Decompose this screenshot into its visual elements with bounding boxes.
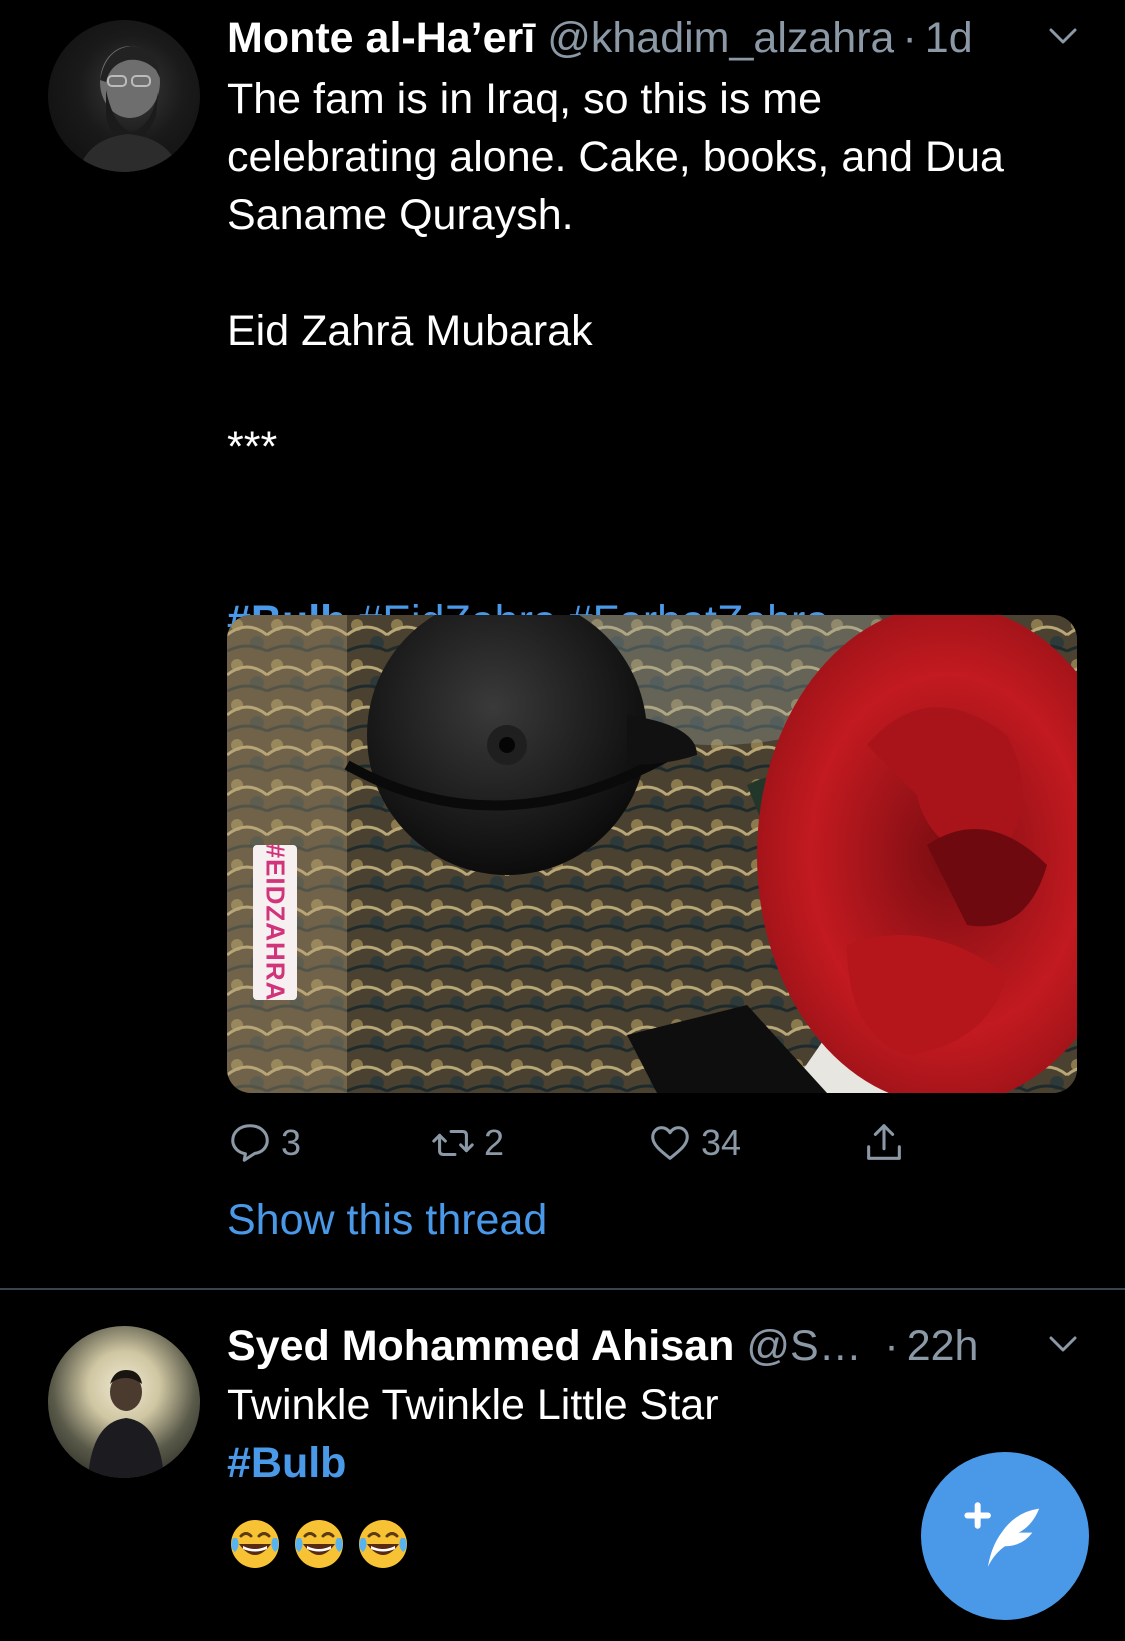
avatar[interactable]: [48, 20, 200, 172]
user-handle[interactable]: @khadim_alzahra: [547, 14, 894, 63]
sticker-text: #EIDZAHRA: [260, 843, 291, 1002]
media-sticker: #EIDZAHRA: [253, 843, 297, 1002]
display-name[interactable]: Syed Mohammed Ahisan: [227, 1322, 734, 1371]
tweet-text-line: Eid Zahrā Mubarak: [227, 307, 593, 355]
user-handle[interactable]: @Sy…: [746, 1322, 876, 1371]
like-button[interactable]: 34: [647, 1118, 741, 1168]
tweet-text-line: ***: [227, 423, 278, 471]
display-name[interactable]: Monte al-Ha’erī: [227, 14, 535, 63]
avatar[interactable]: [48, 1326, 200, 1478]
retweet-icon: [432, 1129, 474, 1157]
separator-dot: ·: [884, 1321, 899, 1370]
avatar-photo: [78, 46, 180, 172]
hashtag-link[interactable]: #Bulb: [227, 1439, 346, 1487]
show-thread-link[interactable]: Show this thread: [227, 1196, 547, 1245]
tweet-text-line: celebrating alone. Cake, books, and Dua: [227, 133, 1004, 181]
compose-tweet-icon: [964, 1502, 1040, 1567]
retweet-button[interactable]: 2: [430, 1118, 504, 1168]
timestamp[interactable]: 1d: [925, 14, 973, 63]
timestamp[interactable]: 22h: [907, 1322, 979, 1371]
timeline-feed: Monte al-Ha’erī @khadim_alzahra · 1d The…: [0, 0, 1125, 1641]
face-with-tears-of-joy-icon: [295, 1520, 343, 1568]
reply-button[interactable]: 3: [227, 1118, 301, 1168]
reply-count: 3: [281, 1122, 302, 1163]
tweet-text: Twinkle Twinkle Little Star #Bulb: [227, 1376, 1065, 1492]
chevron-down-icon[interactable]: [1047, 1332, 1079, 1356]
tweet-text-line: Twinkle Twinkle Little Star: [227, 1381, 719, 1429]
emoji-row: [227, 1516, 411, 1572]
heart-icon: [651, 1126, 689, 1160]
tweet-media-photo[interactable]: #EIDZAHRA: [227, 615, 1077, 1093]
face-with-tears-of-joy-icon: [231, 1520, 279, 1568]
share-button[interactable]: [861, 1118, 907, 1168]
like-count: 34: [701, 1122, 742, 1163]
tweet-header: Syed Mohammed Ahisan @Sy… · 22h: [227, 1318, 1085, 1374]
share-icon: [867, 1124, 901, 1160]
tweet-text-line: Saname Quraysh.: [227, 191, 574, 239]
photo-content: [227, 615, 1077, 1093]
chevron-down-icon[interactable]: [1047, 24, 1079, 48]
compose-tweet-button[interactable]: [921, 1452, 1089, 1620]
tweet-actions: 3 2 34: [227, 1118, 987, 1168]
tweet[interactable]: Monte al-Ha’erī @khadim_alzahra · 1d The…: [0, 0, 1125, 1288]
avatar-photo: [88, 1370, 164, 1478]
face-with-tears-of-joy-icon: [359, 1520, 407, 1568]
tweet-text: The fam is in Iraq, so this is me celebr…: [227, 70, 1065, 650]
reply-icon: [231, 1124, 269, 1162]
separator-dot: ·: [902, 13, 917, 62]
tweet-header: Monte al-Ha’erī @khadim_alzahra · 1d: [227, 10, 1085, 66]
tweet-text-line: The fam is in Iraq, so this is me: [227, 75, 823, 123]
retweet-count: 2: [484, 1122, 505, 1163]
